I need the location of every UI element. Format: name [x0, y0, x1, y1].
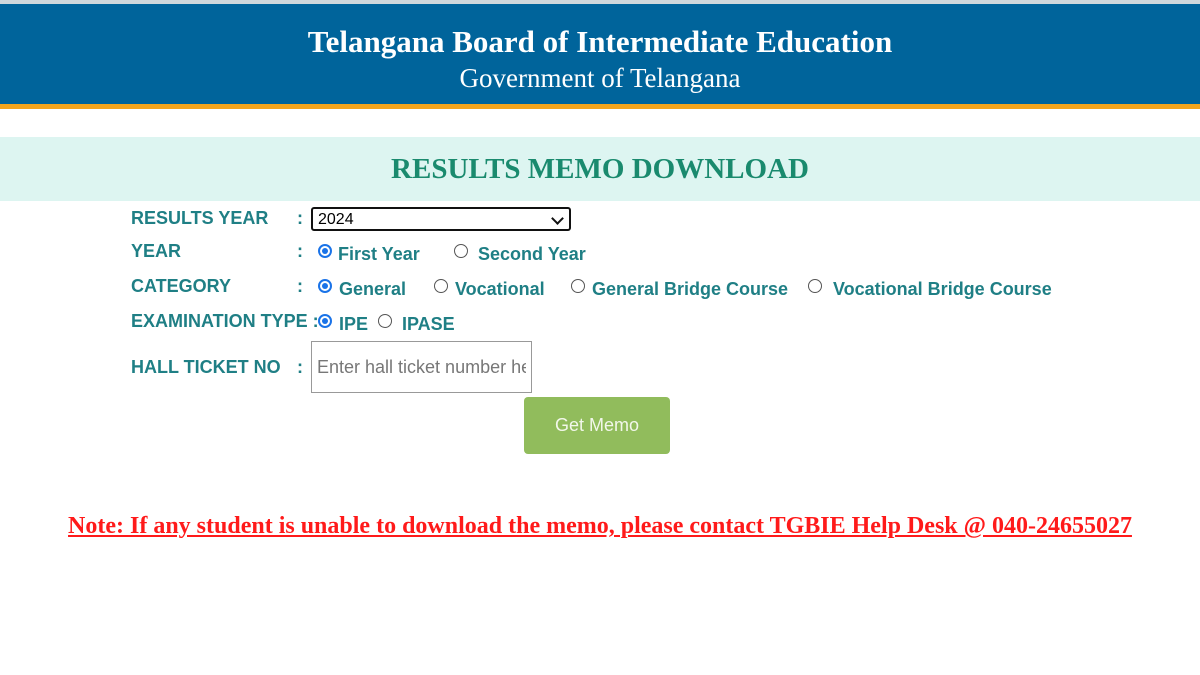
radio-ipase[interactable] — [378, 314, 392, 328]
radio-general-bridge-course[interactable] — [571, 279, 585, 293]
radio-first-year[interactable] — [318, 244, 332, 258]
header-accent-border — [0, 104, 1200, 109]
results-year-label: RESULTS YEAR — [131, 208, 269, 228]
option-ipe[interactable]: IPE — [339, 314, 368, 335]
help-desk-note: Note: If any student is unable to downlo… — [68, 513, 1132, 539]
header-title: Telangana Board of Intermediate Educatio… — [307, 24, 893, 59]
header-subtitle: Government of Telangana — [459, 63, 741, 93]
option-vocational[interactable]: Vocational — [455, 279, 545, 300]
option-ipase[interactable]: IPASE — [402, 314, 455, 335]
site-header: Telangana Board of Intermediate Educatio… — [0, 4, 1200, 104]
year-label: YEAR — [131, 241, 182, 261]
radio-ipe[interactable] — [318, 314, 332, 328]
chevron-down-icon — [551, 212, 564, 225]
category-colon: : — [297, 276, 303, 296]
page-banner: RESULTS MEMO DOWNLOAD — [0, 137, 1200, 201]
option-general-bridge-course[interactable]: General Bridge Course — [592, 279, 788, 300]
hall-ticket-label: HALL TICKET NO — [131, 357, 281, 377]
results-year-value: 2024 — [318, 211, 354, 228]
radio-vocational[interactable] — [434, 279, 448, 293]
radio-vocational-bridge-course[interactable] — [808, 279, 822, 293]
option-second-year[interactable]: Second Year — [478, 244, 586, 265]
option-first-year[interactable]: First Year — [338, 244, 420, 265]
examination-type-label: EXAMINATION TYPE : — [131, 311, 319, 331]
radio-general[interactable] — [318, 279, 332, 293]
category-label: CATEGORY — [131, 276, 232, 296]
results-year-colon: : — [297, 208, 303, 228]
hall-ticket-input[interactable] — [311, 341, 532, 393]
radio-second-year[interactable] — [454, 244, 468, 258]
get-memo-button[interactable]: Get Memo — [524, 397, 670, 454]
year-colon: : — [297, 241, 303, 261]
option-general[interactable]: General — [339, 279, 406, 300]
hall-ticket-colon: : — [297, 357, 303, 377]
page-title: RESULTS MEMO DOWNLOAD — [391, 153, 809, 185]
option-vocational-bridge-course[interactable]: Vocational Bridge Course — [833, 279, 1052, 300]
results-year-select[interactable]: 2024 — [311, 207, 571, 231]
